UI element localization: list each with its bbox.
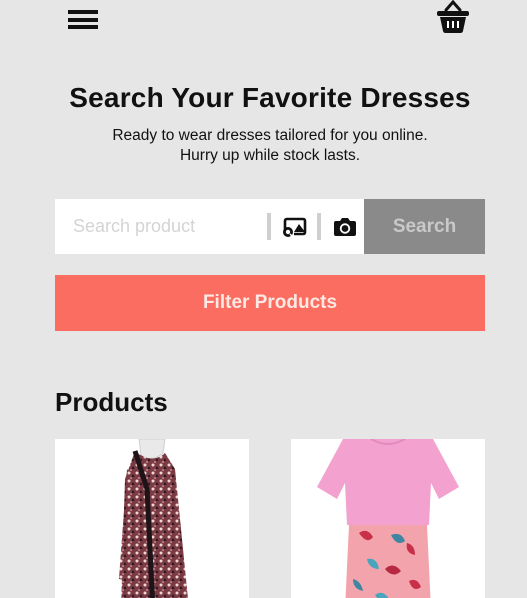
menu-icon[interactable] [68, 10, 98, 32]
camera-icon[interactable] [327, 199, 363, 254]
search-bar: Search [55, 199, 485, 254]
image-search-icon[interactable] [277, 199, 313, 254]
divider [267, 213, 271, 240]
search-button[interactable]: Search [364, 199, 485, 254]
search-input[interactable] [55, 199, 267, 254]
filter-products-button[interactable]: Filter Products [55, 275, 485, 331]
hero-subtitle-line-2: Hurry up while stock lasts. [179, 147, 361, 164]
product-card[interactable] [55, 439, 249, 598]
menu-bar [68, 25, 98, 29]
basket-icon[interactable] [434, 0, 472, 34]
hero-subtitle-line-1: Ready to wear dresses tailored for you o… [112, 127, 428, 144]
hero-subtitle: Ready to wear dresses tailored for you o… [0, 126, 527, 166]
menu-bar [68, 10, 98, 14]
page-title: Search Your Favorite Dresses [69, 82, 471, 113]
dress-image [119, 439, 188, 598]
products-heading: Products [55, 387, 168, 417]
menu-bar [68, 17, 98, 22]
page: Search Your Favorite Dresses Ready to we… [0, 0, 527, 598]
product-card[interactable] [291, 439, 485, 598]
dress-image [317, 439, 459, 598]
divider [317, 213, 321, 240]
